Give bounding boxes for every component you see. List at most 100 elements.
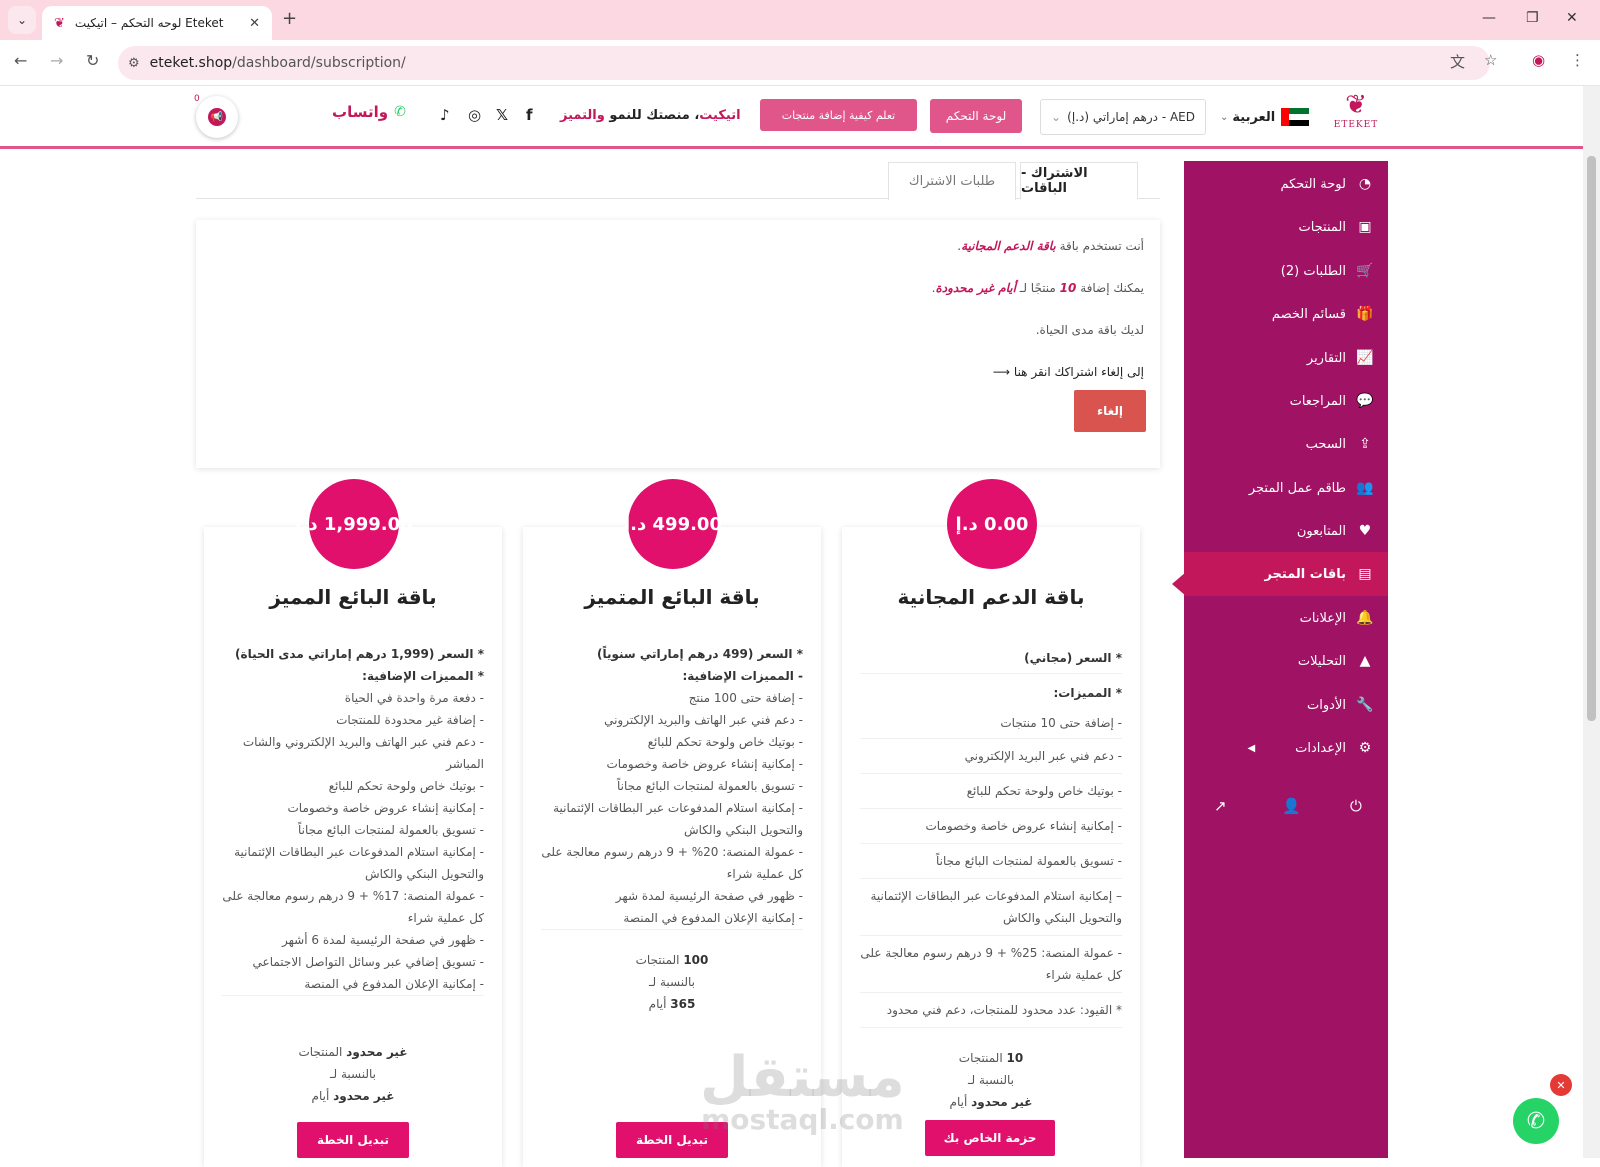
translate-icon[interactable]: 文 (1450, 51, 1465, 72)
text: يمكنك إضافة (1076, 281, 1144, 295)
sidebar-item-analytics[interactable]: ▲ التحليلات (1298, 651, 1374, 671)
language-switcher[interactable]: ⌄ العربية (1220, 108, 1310, 126)
tagline-end: والتميز (560, 108, 605, 123)
current-plan-name: باقة الدعم المجانية (961, 239, 1056, 253)
switch-plan-button[interactable]: تبديل الخطة (297, 1122, 409, 1158)
bookmark-star-icon[interactable]: ☆ (1484, 51, 1497, 69)
sidebar-item-followers[interactable]: ♥ المتابعون (1297, 521, 1374, 541)
sidebar-item-products[interactable]: ▣ المنتجات (1298, 217, 1374, 237)
whatsapp-link[interactable]: واتساب ✆ (332, 103, 406, 121)
sidebar-item-settings[interactable]: ⚙ الإعدادات ◀ (1247, 738, 1374, 758)
current-plan-button[interactable]: حزمة الخاص بك (925, 1120, 1055, 1156)
site-info-icon[interactable]: ⚙ (128, 56, 140, 71)
profile-icon[interactable]: ◉ (1532, 51, 1545, 69)
sidebar-item-orders[interactable]: 🛒 الطلبات (2) (1281, 261, 1374, 281)
feature-item: - إمكانية استلام المدفوعات عبر البطاقات … (553, 801, 803, 837)
new-tab-icon[interactable]: + (282, 8, 297, 29)
whatsapp-float-button[interactable]: ✆ (1513, 1098, 1559, 1144)
summary-days: 365 (670, 997, 696, 1011)
feature-heading: * المميزات: (1053, 686, 1123, 700)
sidebar-item-staff[interactable]: 👥 طاقم عمل المتجر (1249, 478, 1374, 498)
dashboard-icon: ◔ (1358, 176, 1372, 192)
tagline: اتيكيت، منصتك للنمو والتميز (560, 108, 741, 123)
menu-dots-icon[interactable]: ⋮ (1570, 51, 1585, 69)
learn-add-products-button[interactable]: تعلم كيفية إضافة منتجات (760, 99, 917, 131)
sidebar-item-tools[interactable]: 🔧 الأدوات (1307, 695, 1374, 715)
sidebar-item-withdraw[interactable]: ⇪ السحب (1306, 434, 1374, 454)
whatsapp-label: واتساب (332, 103, 389, 121)
url-field[interactable]: ⚙ eteket.shop/dashboard/subscription/ (118, 46, 1490, 80)
tagline-middle: ، منصتك للنمو (604, 108, 700, 123)
scrollbar-thumb[interactable] (1587, 156, 1596, 721)
whatsapp-icon: ✆ (1526, 1108, 1546, 1134)
facebook-icon[interactable]: f (526, 106, 533, 124)
feature-item: - عمولة المنصة: 25% + 9 درهم رسوم معالجة… (860, 936, 1122, 993)
feature-item: - إمكانية إنشاء عروض خاصة وخصومات (606, 757, 804, 771)
summary-days-label: أيام (311, 1089, 334, 1103)
sidebar-item-reviews[interactable]: 💬 المراجعات (1290, 391, 1374, 411)
feature-item: - إضافة حتى 100 منتج (688, 691, 803, 705)
feature-item: - إمكانية الإعلان المدفوع في المنصة (541, 907, 803, 930)
summary-days: غير محدود (333, 1089, 395, 1103)
address-bar-row: ← → ↻ ⚙ eteket.shop/dashboard/subscripti… (0, 40, 1600, 86)
vendor-sidebar: ◔ لوحة التحكم ▣ المنتجات 🛒 الطلبات (2) 🎁 قسا… (1184, 161, 1388, 1158)
x-twitter-icon[interactable]: 𝕏 (496, 106, 508, 124)
logo-mark-icon: ❦ (1345, 90, 1367, 120)
dashboard-button[interactable]: لوحة التحكم (930, 99, 1022, 133)
briefcase-icon: ▣ (1358, 219, 1372, 235)
page-scrollbar[interactable] (1583, 86, 1600, 1158)
feature-item: * المميزات الإضافية: (362, 669, 484, 683)
currency-select[interactable]: ⌄ درهم إماراتي (د.إ) - AED (1040, 99, 1206, 135)
tab-subscription-requests[interactable]: طلبات الاشتراك (888, 162, 1016, 200)
user-profile-icon[interactable]: 👤 (1282, 797, 1301, 815)
tab-search-dropdown[interactable]: ⌄ (8, 6, 36, 34)
sidebar-item-label: المنتجات (1298, 219, 1346, 235)
summary-count: 100 (683, 953, 709, 967)
summary-count-label: المنتجات (958, 1051, 1007, 1065)
lifetime-line: لديك باقة مدى الحياة. (1035, 323, 1144, 337)
summary-count: 10 (1006, 1051, 1024, 1065)
sidebar-item-label: طاقم عمل المتجر (1248, 480, 1346, 496)
wrench-icon: 🔧 (1356, 697, 1374, 713)
caret-left-icon: ◀ (1247, 742, 1256, 754)
site-header: ❦ ETEKET ⌄ العربية ⌄ درهم إماراتي (د.إ) … (0, 86, 1583, 149)
tiktok-icon[interactable]: ♪ (440, 106, 450, 124)
reload-icon[interactable]: ↻ (86, 51, 99, 70)
summary-days-label: أيام (949, 1095, 972, 1109)
forward-icon[interactable]: → (50, 51, 63, 70)
sidebar-item-reports[interactable]: 📈 التقارير (1307, 348, 1374, 368)
sidebar-item-coupons[interactable]: 🎁 قسائم الخصم (1272, 304, 1374, 324)
book-icon: ▤ (1358, 566, 1372, 582)
feature-item: * القيود: عدد محدود للمنتجات، دعم فني مح… (860, 993, 1122, 1028)
sidebar-item-announcements[interactable]: 🔔 الإعلانات (1300, 608, 1374, 628)
close-tab-icon[interactable]: ✕ (249, 16, 260, 31)
external-link-icon[interactable]: ↗ (1214, 797, 1227, 815)
watermark-ar: مستقل (700, 1045, 905, 1110)
cancel-subscription-button[interactable]: إلغاء (1074, 390, 1146, 432)
feature-item: * السعر (499 درهم إماراتي سنوياً) (596, 647, 803, 661)
sidebar-item-label: السحب (1305, 436, 1346, 452)
close-icon[interactable]: ✕ (1550, 1074, 1572, 1096)
instagram-icon[interactable]: ◎ (468, 106, 481, 124)
plan-price: 499.00 د.إ (624, 479, 722, 569)
site-logo[interactable]: ❦ ETEKET (1330, 90, 1382, 130)
currency-value: درهم إماراتي (د.إ) - AED (1067, 110, 1195, 124)
feature-item: - إمكانية إنشاء عروض خاصة وخصومات (287, 801, 485, 815)
restore-icon[interactable]: ❐ (1526, 10, 1539, 26)
active-item-pointer (1172, 572, 1186, 596)
logout-icon[interactable]: ⏻ (1350, 797, 1362, 815)
minimize-icon[interactable]: — (1482, 10, 1496, 26)
plan-card-premium: 1,999.00 د.إ باقة البائع المميز * السعر … (204, 479, 502, 1167)
feature-item: - إضافة حتى 10 منتجات (860, 708, 1122, 739)
duration: أيام غير محدودة (935, 281, 1016, 295)
browser-tab[interactable]: ❦ لوحه التحكم – اتيكيت Eteket ✕ (42, 6, 272, 40)
tab-title: لوحه التحكم – اتيكيت Eteket (74, 16, 224, 30)
back-icon[interactable]: ← (14, 51, 27, 70)
close-window-icon[interactable]: ✕ (1566, 10, 1578, 26)
sidebar-item-dashboard[interactable]: ◔ لوحة التحكم (1280, 174, 1374, 194)
tab-subscription-plans[interactable]: الاشتراك - الباقات (1020, 162, 1138, 200)
notifications-button[interactable]: 0 📢 (194, 94, 238, 138)
plan-title: باقة البائع المتميز (584, 585, 760, 609)
sidebar-item-store-plans[interactable]: ▤ باقات المتجر (1184, 552, 1388, 596)
feature-item: - عمولة المنصة: 20% + 9 درهم رسوم معالجة… (541, 845, 803, 881)
